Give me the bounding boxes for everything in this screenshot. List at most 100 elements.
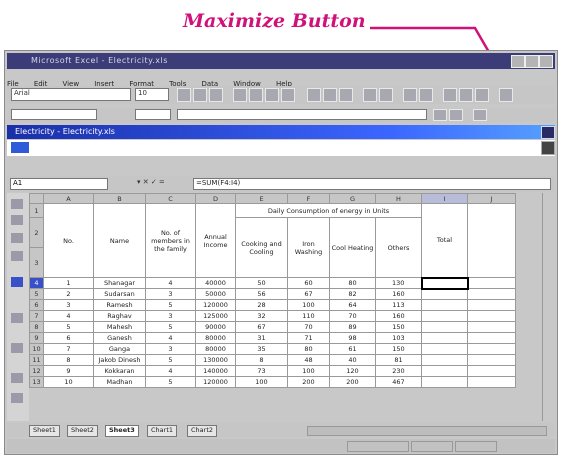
- cell-cool-heating[interactable]: 61: [329, 343, 376, 355]
- header-sub[interactable]: Cooking and Cooling: [235, 217, 288, 278]
- italic-icon[interactable]: [193, 88, 207, 102]
- comma-icon[interactable]: [339, 88, 353, 102]
- align-right-icon[interactable]: [265, 88, 279, 102]
- draw-icon[interactable]: [11, 313, 23, 323]
- draw-icon[interactable]: [11, 215, 23, 225]
- app-minimize-button[interactable]: [511, 55, 525, 68]
- cell-cooking[interactable]: 31: [235, 332, 288, 344]
- cell-iron-washing[interactable]: 100: [287, 365, 330, 377]
- cell-members[interactable]: 5: [145, 321, 196, 333]
- zoom-combo[interactable]: [135, 109, 171, 120]
- draw-icon[interactable]: [11, 233, 23, 243]
- sheet-tab[interactable]: Chart1: [147, 425, 177, 437]
- cell-no[interactable]: 8: [43, 354, 94, 366]
- cell-no[interactable]: 1: [43, 277, 94, 289]
- cell[interactable]: [467, 288, 516, 300]
- cell-members[interactable]: 3: [145, 288, 196, 300]
- cell-members[interactable]: 3: [145, 310, 196, 322]
- workbook-icon[interactable]: [11, 142, 29, 153]
- cell-income[interactable]: 120000: [195, 299, 236, 311]
- cell-iron-washing[interactable]: 200: [287, 376, 330, 388]
- tool-icon[interactable]: [433, 109, 447, 121]
- row-header[interactable]: 10: [29, 343, 44, 355]
- cell[interactable]: [467, 203, 516, 278]
- header-daily[interactable]: Daily Consumption of energy in Units: [235, 203, 422, 218]
- cell-total[interactable]: [421, 299, 468, 311]
- select-all-corner[interactable]: [29, 193, 44, 204]
- maximize-button[interactable]: [541, 141, 555, 155]
- style-combo[interactable]: [11, 109, 97, 120]
- cell-cooking[interactable]: 8: [235, 354, 288, 366]
- cell-members[interactable]: 3: [145, 343, 196, 355]
- cell-name[interactable]: Ramesh: [93, 299, 146, 311]
- cell-iron-washing[interactable]: 80: [287, 343, 330, 355]
- cell-others[interactable]: 150: [375, 321, 422, 333]
- cell-name[interactable]: Mahesh: [93, 321, 146, 333]
- cell-cool-heating[interactable]: 64: [329, 299, 376, 311]
- cell-income[interactable]: 90000: [195, 321, 236, 333]
- vertical-scrollbar[interactable]: [542, 193, 556, 421]
- draw-icon[interactable]: [11, 393, 23, 403]
- cell-name[interactable]: Raghav: [93, 310, 146, 322]
- cell-income[interactable]: 120000: [195, 376, 236, 388]
- cell-total[interactable]: [421, 376, 468, 388]
- cell-cooking[interactable]: 100: [235, 376, 288, 388]
- cell-income[interactable]: 125000: [195, 310, 236, 322]
- cell-others[interactable]: 160: [375, 288, 422, 300]
- cell-others[interactable]: 467: [375, 376, 422, 388]
- indent-icon[interactable]: [403, 88, 417, 102]
- cell-cool-heating[interactable]: 82: [329, 288, 376, 300]
- currency-icon[interactable]: [307, 88, 321, 102]
- draw-icon[interactable]: [11, 343, 23, 353]
- cell-name[interactable]: Ganesh: [93, 332, 146, 344]
- cell-cooking[interactable]: 73: [235, 365, 288, 377]
- font-color-icon[interactable]: [475, 88, 489, 102]
- cell-others[interactable]: 113: [375, 299, 422, 311]
- cell-members[interactable]: 5: [145, 354, 196, 366]
- cell-cool-heating[interactable]: 70: [329, 310, 376, 322]
- row-header[interactable]: 1: [29, 203, 44, 218]
- row-header[interactable]: 6: [29, 299, 44, 311]
- column-header[interactable]: B: [93, 193, 146, 204]
- cell-no[interactable]: 2: [43, 288, 94, 300]
- toolbar-input[interactable]: [177, 109, 427, 120]
- column-header[interactable]: F: [287, 193, 330, 204]
- cell-members[interactable]: 4: [145, 277, 196, 289]
- column-header[interactable]: G: [329, 193, 376, 204]
- tool-icon[interactable]: [473, 109, 487, 121]
- header-income[interactable]: Annual Income: [195, 203, 236, 278]
- bold-icon[interactable]: [177, 88, 191, 102]
- cell-iron-washing[interactable]: 70: [287, 321, 330, 333]
- cell[interactable]: [467, 277, 516, 289]
- cell-cool-heating[interactable]: 98: [329, 332, 376, 344]
- percent-icon[interactable]: [323, 88, 337, 102]
- header-sub[interactable]: Iron Washing: [287, 217, 330, 278]
- cell-others[interactable]: 230: [375, 365, 422, 377]
- app-restore-button[interactable]: [525, 55, 539, 68]
- merge-center-icon[interactable]: [281, 88, 295, 102]
- cell-others[interactable]: 103: [375, 332, 422, 344]
- cell-total[interactable]: [421, 354, 468, 366]
- fill-color-icon[interactable]: [459, 88, 473, 102]
- borders-icon[interactable]: [443, 88, 457, 102]
- header-no[interactable]: No.: [43, 203, 94, 278]
- cell-cool-heating[interactable]: 89: [329, 321, 376, 333]
- column-header[interactable]: E: [235, 193, 288, 204]
- column-header[interactable]: H: [375, 193, 422, 204]
- row-header[interactable]: 7: [29, 310, 44, 322]
- row-header[interactable]: 5: [29, 288, 44, 300]
- draw-icon[interactable]: [11, 373, 23, 383]
- name-box[interactable]: A1: [10, 178, 108, 190]
- cell-iron-washing[interactable]: 67: [287, 288, 330, 300]
- cell-members[interactable]: 4: [145, 332, 196, 344]
- cell-cool-heating[interactable]: 80: [329, 277, 376, 289]
- cell-cool-heating[interactable]: 200: [329, 376, 376, 388]
- cell-others[interactable]: 160: [375, 310, 422, 322]
- row-header[interactable]: 2: [29, 217, 44, 248]
- cell-total[interactable]: [421, 321, 468, 333]
- cell-income[interactable]: 130000: [195, 354, 236, 366]
- cell-others[interactable]: 150: [375, 343, 422, 355]
- cell[interactable]: [467, 310, 516, 322]
- header-sub[interactable]: Cool Heating: [329, 217, 376, 278]
- font-size-combo[interactable]: 10: [135, 88, 169, 101]
